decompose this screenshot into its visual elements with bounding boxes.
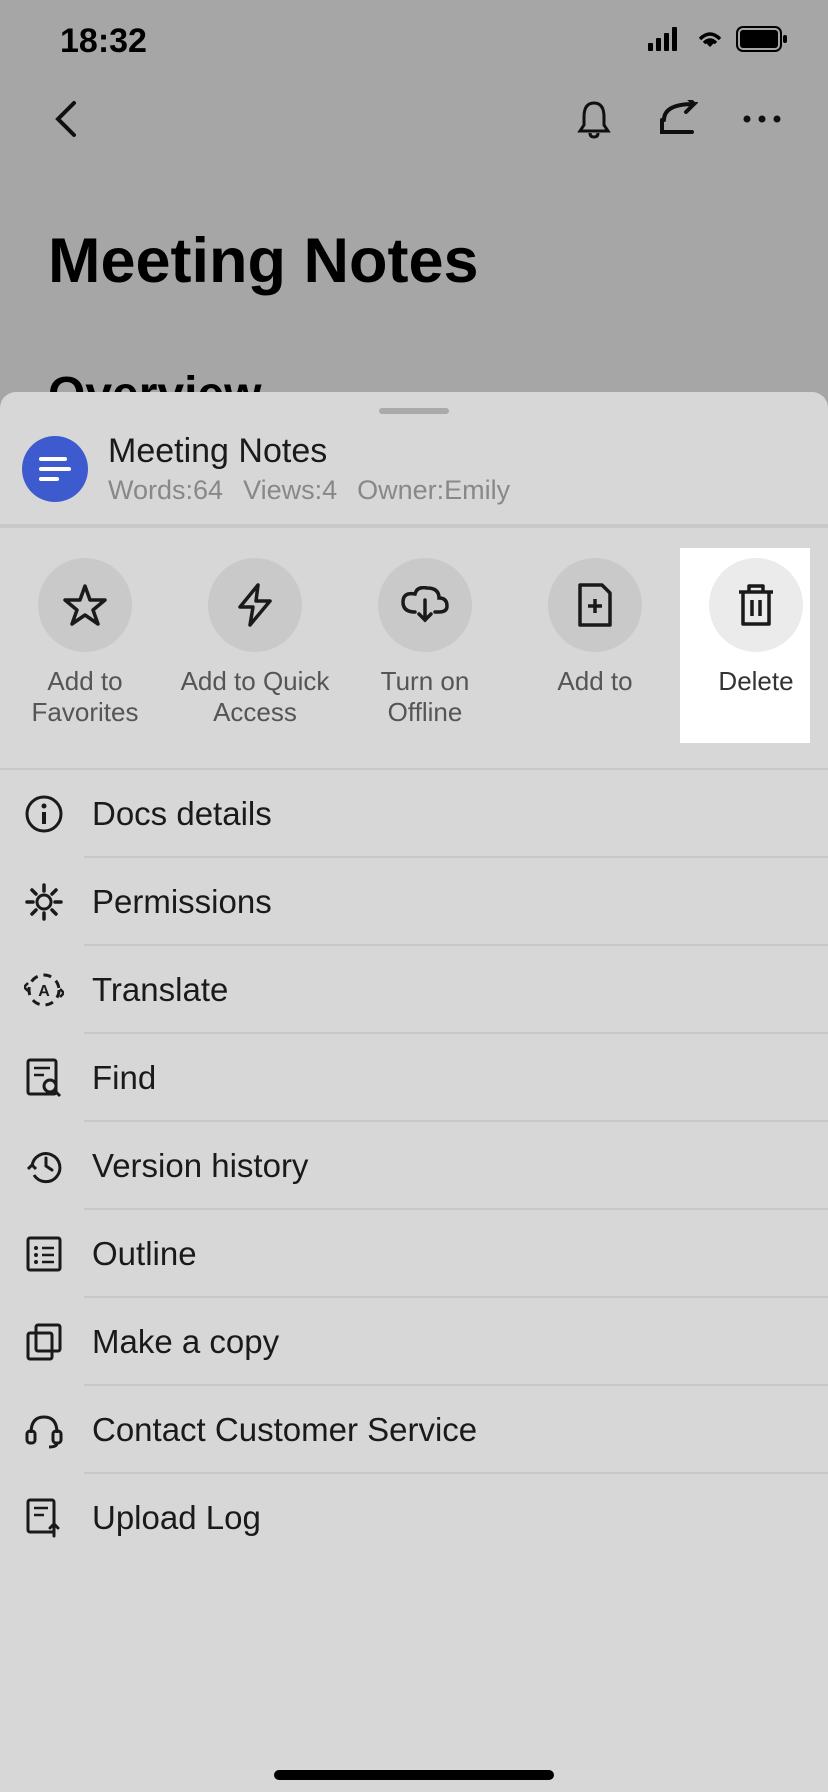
menu-item-permissions[interactable]: Permissions: [0, 858, 828, 946]
action-delete[interactable]: Delete: [680, 548, 810, 743]
menu-label: Translate: [92, 971, 228, 1009]
upload-log-icon: [24, 1498, 64, 1538]
menu-label: Upload Log: [92, 1499, 261, 1537]
svg-text:A: A: [38, 983, 50, 1000]
menu-item-contact-support[interactable]: Contact Customer Service: [0, 1386, 828, 1474]
action-add-to[interactable]: Add to: [510, 558, 680, 743]
menu-label: Find: [92, 1059, 156, 1097]
copy-icon: [24, 1322, 64, 1362]
action-label: Add to Quick Access: [170, 666, 340, 728]
action-label: Delete: [712, 666, 799, 697]
menu-item-version-history[interactable]: Version history: [0, 1122, 828, 1210]
file-plus-icon: [576, 583, 614, 627]
words-count: Words:64: [108, 475, 223, 506]
action-label: Add to Favorites: [0, 666, 170, 728]
doc-info: Meeting Notes Words:64 Views:4 Owner:Emi…: [108, 432, 806, 506]
menu-item-outline[interactable]: Outline: [0, 1210, 828, 1298]
actions-row: Add to Favorites Add to Quick Access Tur…: [0, 528, 828, 768]
menu-label: Outline: [92, 1235, 197, 1273]
action-label: Add to: [551, 666, 638, 697]
views-count: Views:4: [243, 475, 337, 506]
sheet-handle[interactable]: [379, 408, 449, 414]
lightning-icon: [236, 583, 274, 627]
menu-label: Contact Customer Service: [92, 1411, 477, 1449]
history-icon: [24, 1146, 64, 1186]
doc-meta: Words:64 Views:4 Owner:Emily: [108, 475, 806, 506]
gear-icon: [24, 882, 64, 922]
menu-item-upload-log[interactable]: Upload Log: [0, 1474, 828, 1562]
star-icon: [63, 584, 107, 626]
info-icon: [24, 794, 64, 834]
outline-icon: [24, 1234, 64, 1274]
home-indicator[interactable]: [274, 1770, 554, 1780]
menu-label: Version history: [92, 1147, 308, 1185]
menu-item-translate[interactable]: A Translate: [0, 946, 828, 1034]
menu-label: Make a copy: [92, 1323, 279, 1361]
doc-header: Meeting Notes Words:64 Views:4 Owner:Emi…: [0, 424, 828, 524]
headset-icon: [24, 1410, 64, 1450]
cloud-download-icon: [401, 586, 449, 624]
find-icon: [24, 1058, 64, 1098]
menu-item-make-copy[interactable]: Make a copy: [0, 1298, 828, 1386]
action-quick-access[interactable]: Add to Quick Access: [170, 558, 340, 743]
translate-icon: A: [24, 970, 64, 1010]
menu-item-docs-details[interactable]: Docs details: [0, 770, 828, 858]
menu-list: Docs details Permissions A Translate: [0, 770, 828, 1562]
bottom-sheet: Meeting Notes Words:64 Views:4 Owner:Emi…: [0, 392, 828, 1792]
action-offline[interactable]: Turn on Offline: [340, 558, 510, 743]
menu-label: Docs details: [92, 795, 272, 833]
action-add-favorites[interactable]: Add to Favorites: [0, 558, 170, 743]
action-label: Turn on Offline: [340, 666, 510, 728]
trash-icon: [737, 584, 775, 626]
owner-name: Owner:Emily: [357, 475, 510, 506]
document-icon: [22, 436, 88, 502]
menu-item-find[interactable]: Find: [0, 1034, 828, 1122]
menu-label: Permissions: [92, 883, 272, 921]
doc-title: Meeting Notes: [108, 432, 806, 471]
